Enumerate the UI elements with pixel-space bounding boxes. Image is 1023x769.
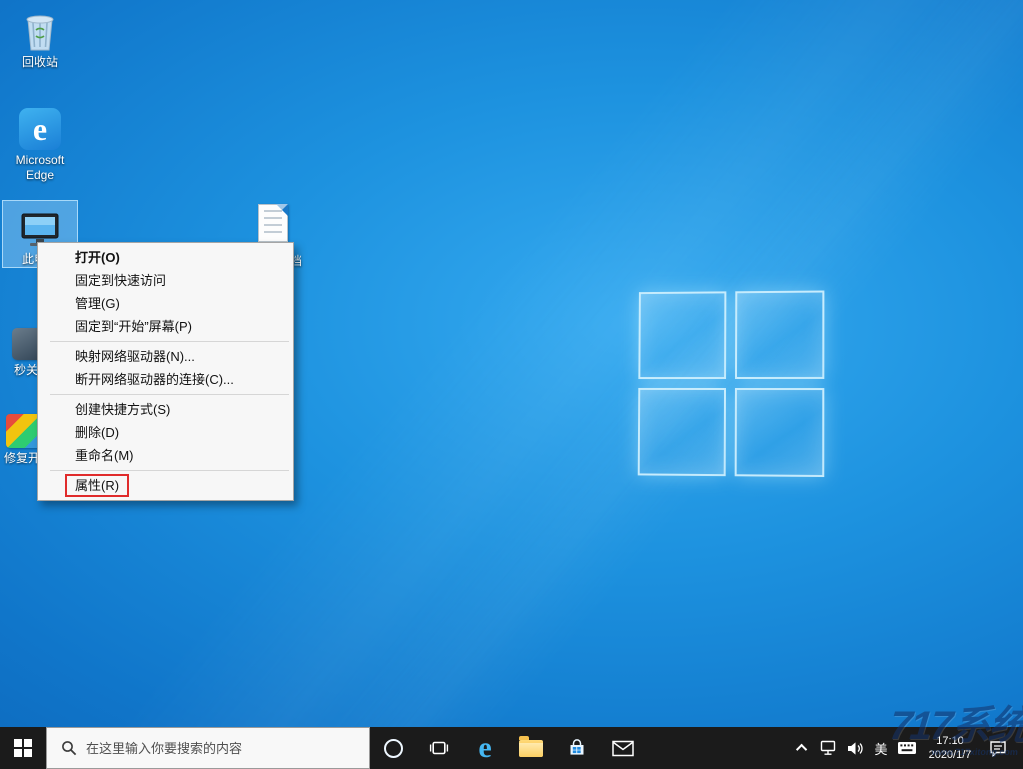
windows-desktop: { "wallpaper": { "accent": "#1d92df" }, …: [0, 0, 1023, 769]
document-icon: [240, 198, 306, 242]
desktop-icon-recycle-bin[interactable]: 回收站: [2, 8, 78, 70]
context-menu-item-label: 打开(O): [75, 250, 120, 265]
mail-button[interactable]: [600, 727, 646, 769]
network-tray-button[interactable]: [817, 727, 841, 769]
file-explorer-icon: [519, 740, 543, 757]
chevron-up-icon: [796, 744, 807, 755]
context-menu-item-label: 管理(G): [75, 296, 120, 311]
context-menu-item-label: 创建快捷方式(S): [75, 402, 170, 417]
context-menu-item-open[interactable]: 打开(O): [40, 246, 291, 269]
context-menu: 打开(O) 固定到快速访问管理(G) 固定到“开始”屏幕(P) 映射网络驱动器(N).…: [37, 242, 294, 501]
tray-expand-button[interactable]: [791, 727, 815, 769]
microsoft-store-button[interactable]: [554, 727, 600, 769]
edge-icon: e: [2, 106, 78, 150]
store-icon: [567, 738, 587, 758]
clock[interactable]: 17:10 2020/1/7: [921, 727, 979, 769]
action-center-icon: [989, 740, 1007, 757]
context-menu-item-label: 重命名(M): [75, 448, 134, 463]
context-menu-item-label: 删除(D): [75, 425, 119, 440]
edge-icon: e: [478, 733, 491, 763]
windows-logo-pane: [638, 388, 726, 476]
network-icon: [820, 740, 838, 756]
file-explorer-button[interactable]: [508, 727, 554, 769]
context-menu-items: 打开(O) 固定到快速访问管理(G) 固定到“开始”屏幕(P) 映射网络驱动器(N).…: [40, 246, 291, 497]
action-center-button[interactable]: [981, 727, 1015, 769]
search-icon: [61, 740, 77, 756]
ime-language-label: 美: [874, 739, 887, 758]
context-menu-separator: [50, 394, 289, 395]
mail-icon: [612, 740, 634, 757]
context-menu-item-manage[interactable]: 管理(G): [40, 292, 291, 315]
context-menu-item-delete[interactable]: 删除(D): [40, 421, 291, 444]
context-menu-item-create-shortcut[interactable]: 创建快捷方式(S): [40, 398, 291, 421]
edge-taskbar-button[interactable]: e: [462, 727, 508, 769]
taskbar: e: [0, 727, 1023, 769]
task-view-icon: [429, 738, 449, 758]
context-menu-item-label: 固定到“开始”屏幕(P): [75, 319, 192, 334]
icon-label: Microsoft Edge: [2, 153, 78, 183]
clock-date: 2020/1/7: [929, 748, 972, 762]
clock-time: 17:10: [936, 734, 964, 748]
desktop-icon-microsoft-edge[interactable]: e Microsoft Edge: [2, 106, 78, 183]
context-menu-item-map-network-drive[interactable]: 映射网络驱动器(N)...: [40, 345, 291, 368]
context-menu-item-disconnect-network-drive[interactable]: 断开网络驱动器的连接(C)...: [40, 368, 291, 391]
taskbar-search-box[interactable]: [46, 727, 370, 769]
volume-tray-button[interactable]: [843, 727, 867, 769]
system-tray: 美 17:10 2020/1/7: [791, 727, 1023, 769]
task-view-button[interactable]: [416, 727, 462, 769]
keyboard-icon: [897, 741, 917, 755]
context-menu-item-label: 映射网络驱动器(N)...: [75, 349, 195, 364]
context-menu-item-rename[interactable]: 重命名(M): [40, 444, 291, 467]
context-menu-item-label: 固定到快速访问: [75, 273, 166, 288]
context-menu-item-label: 断开网络驱动器的连接(C)...: [75, 372, 234, 387]
context-menu-separator: [50, 470, 289, 471]
touch-keyboard-button[interactable]: [895, 727, 919, 769]
windows-logo-pane: [638, 291, 726, 379]
start-button[interactable]: [0, 727, 46, 769]
recycle-bin-icon: [2, 8, 78, 52]
desktop-icon-document[interactable]: [240, 198, 306, 242]
context-menu-separator: [50, 341, 289, 342]
windows-logo-pane: [735, 291, 824, 379]
windows-logo-pane: [735, 388, 825, 477]
ime-language-button[interactable]: 美: [869, 727, 893, 769]
cortana-button[interactable]: [370, 727, 416, 769]
search-input[interactable]: [86, 741, 336, 756]
context-menu-item-label: 属性(R): [65, 474, 129, 497]
context-menu-item-pin-to-start[interactable]: 固定到“开始”屏幕(P): [40, 315, 291, 338]
windows-start-icon: [14, 739, 32, 757]
context-menu-item-properties[interactable]: 属性(R): [40, 474, 291, 497]
icon-label: 回收站: [2, 55, 78, 70]
cortana-icon: [384, 739, 403, 758]
context-menu-item-pin-quick-access[interactable]: 固定到快速访问: [40, 269, 291, 292]
speaker-icon: [846, 741, 864, 756]
wallpaper-windows-logo: [638, 291, 825, 478]
